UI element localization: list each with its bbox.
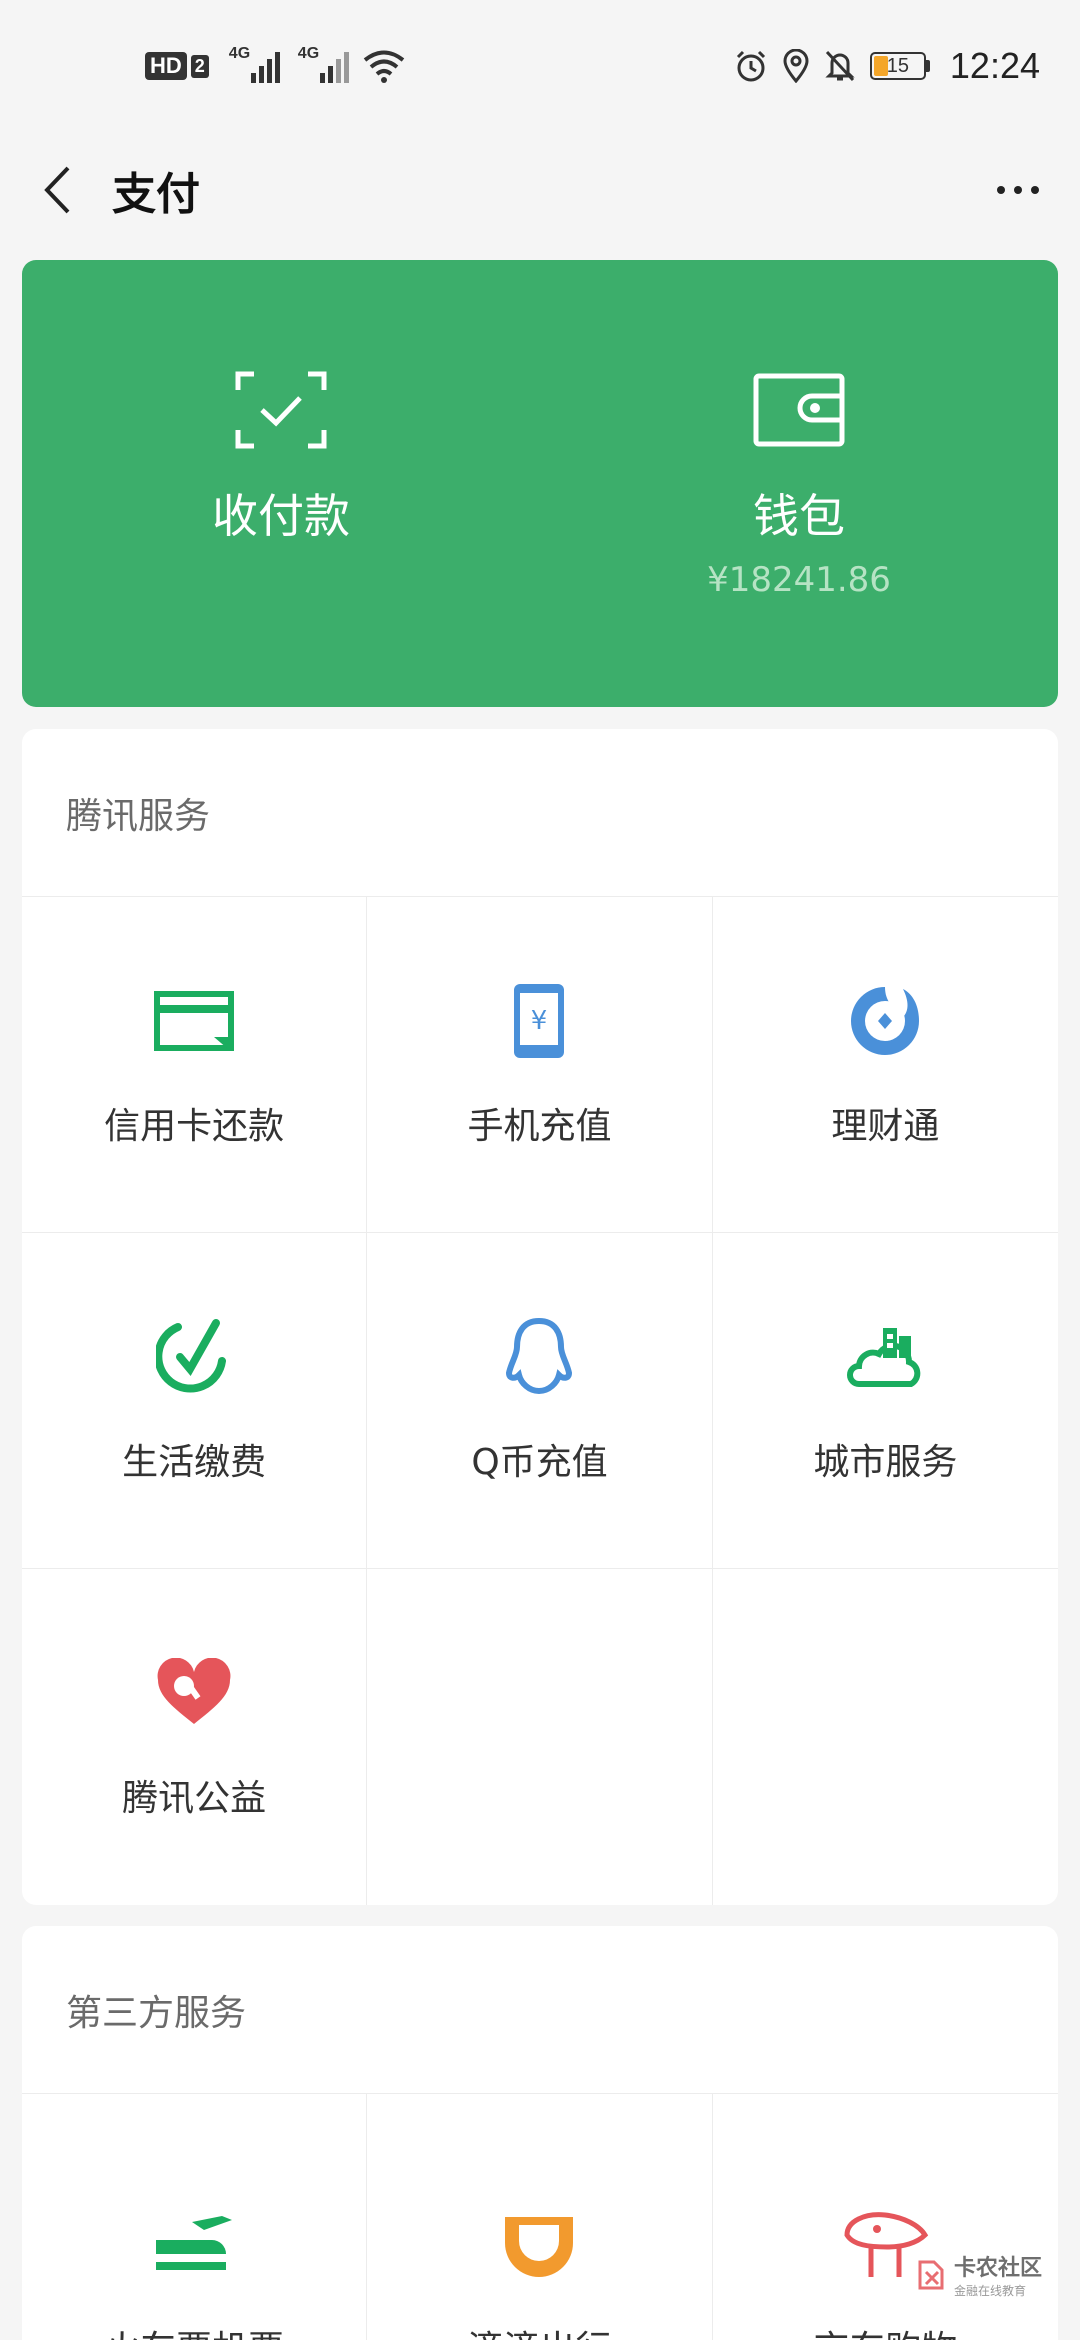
mobile-topup-item[interactable]: ¥ 手机充值 (367, 897, 713, 1233)
tencent-services-card: 腾讯服务 信用卡还款 ¥ 手机充值 理财通 生活缴费 Q币充值 城市服务 腾讯公… (22, 729, 1058, 1905)
scan-check-icon (234, 370, 328, 450)
licaitong-icon (845, 981, 925, 1061)
tencent-charity-item[interactable]: 腾讯公益 (22, 1569, 368, 1905)
empty-cell (367, 1569, 713, 1905)
qq-penguin-icon (503, 1317, 575, 1397)
payment-page: HD 2 4G 4G 15 12:24 支付 收付款 钱包 ¥18241.86 … (0, 0, 1080, 2340)
third-party-services-card: 第三方服务 火车票机票 滴 (22, 1926, 1058, 2340)
battery-level: 15 (886, 54, 910, 77)
service-label: Q币充值 (471, 1441, 608, 1483)
qcoin-topup-item[interactable]: Q币充值 (367, 1233, 713, 1569)
jd-shopping-item[interactable]: 京东购物 (713, 2094, 1058, 2340)
collect-pay-button[interactable]: 收付款 (22, 260, 540, 707)
watermark: 卡农社区 金融在线教育 (914, 2250, 1042, 2299)
service-label: 火车票机票 (104, 2320, 284, 2340)
credit-card-icon (154, 981, 235, 1061)
service-label: 京东购物 (813, 2320, 957, 2340)
credit-card-repay-item[interactable]: 信用卡还款 (22, 897, 368, 1233)
mute-bell-icon (824, 49, 856, 83)
didi-ride-item[interactable]: 滴滴出行 (367, 2094, 713, 2340)
city-services-item[interactable]: 城市服务 (712, 1233, 1058, 1569)
wifi-icon (363, 49, 405, 83)
service-grid: 火车票机票 滴滴出行 (22, 2094, 1058, 2340)
collect-pay-label: 收付款 (212, 489, 350, 543)
signal-icon: 4G (229, 45, 280, 83)
service-grid: 信用卡还款 ¥ 手机充值 理财通 生活缴费 Q币充值 城市服务 腾讯公益 (22, 897, 1058, 1905)
service-label: 滴滴出行 (467, 2320, 611, 2340)
phone-yuan-icon: ¥ (511, 981, 567, 1061)
battery-icon: 15 (869, 52, 930, 80)
section-header: 腾讯服务 (22, 729, 1058, 897)
service-label: 信用卡还款 (104, 1105, 285, 1147)
status-right: 15 12:24 (734, 45, 1040, 87)
city-cloud-icon (845, 1317, 925, 1397)
page-title: 支付 (112, 169, 200, 220)
hd-label: HD (145, 52, 187, 80)
licaitong-item[interactable]: 理财通 (712, 897, 1058, 1233)
didi-icon (499, 2204, 579, 2284)
location-icon (782, 49, 810, 83)
train-plane-icon (152, 2204, 236, 2284)
wallet-icon (752, 370, 846, 450)
wallet-balance: ¥18241.86 (707, 560, 891, 600)
more-dot (1031, 186, 1039, 194)
sim-number: 2 (190, 54, 209, 78)
section-header: 第三方服务 (22, 1926, 1058, 2094)
back-button[interactable] (32, 160, 82, 220)
svg-text:¥: ¥ (531, 1006, 548, 1036)
watermark-logo-icon (918, 2260, 944, 2289)
more-dot (997, 186, 1005, 194)
wallet-label: 钱包 (753, 489, 845, 543)
service-label: 城市服务 (813, 1441, 958, 1483)
chevron-left-icon (44, 166, 70, 214)
utility-bills-item[interactable]: 生活缴费 (22, 1233, 368, 1569)
check-drop-icon (156, 1317, 232, 1397)
signal-icon-2: 4G (298, 45, 349, 83)
navigation-bar: 支付 (0, 132, 1080, 248)
service-label: 腾讯公益 (122, 1778, 267, 1819)
wallet-button[interactable]: 钱包 ¥18241.86 (540, 260, 1058, 707)
pay-card: 收付款 钱包 ¥18241.86 (22, 260, 1058, 707)
network-type-label: 4G (228, 45, 251, 62)
more-dot (1014, 186, 1022, 194)
charity-heart-icon (154, 1653, 234, 1733)
service-label: 手机充值 (467, 1105, 612, 1147)
watermark-title: 卡农社区 (953, 2256, 1042, 2281)
hd-voice-badge: HD 2 (145, 52, 209, 80)
alarm-icon (734, 49, 768, 83)
train-flight-item[interactable]: 火车票机票 (22, 2094, 368, 2340)
network-type-label-2: 4G (297, 45, 320, 62)
service-label: 理财通 (831, 1105, 940, 1147)
watermark-subtitle: 金融在线教育 (953, 2284, 1026, 2298)
empty-cell (713, 1569, 1058, 1905)
status-bar: HD 2 4G 4G 15 12:24 (0, 0, 1080, 132)
status-time: 12:24 (949, 45, 1040, 86)
service-label: 生活缴费 (122, 1441, 267, 1483)
status-left: HD 2 4G 4G (145, 45, 405, 83)
more-button[interactable] (988, 160, 1048, 220)
